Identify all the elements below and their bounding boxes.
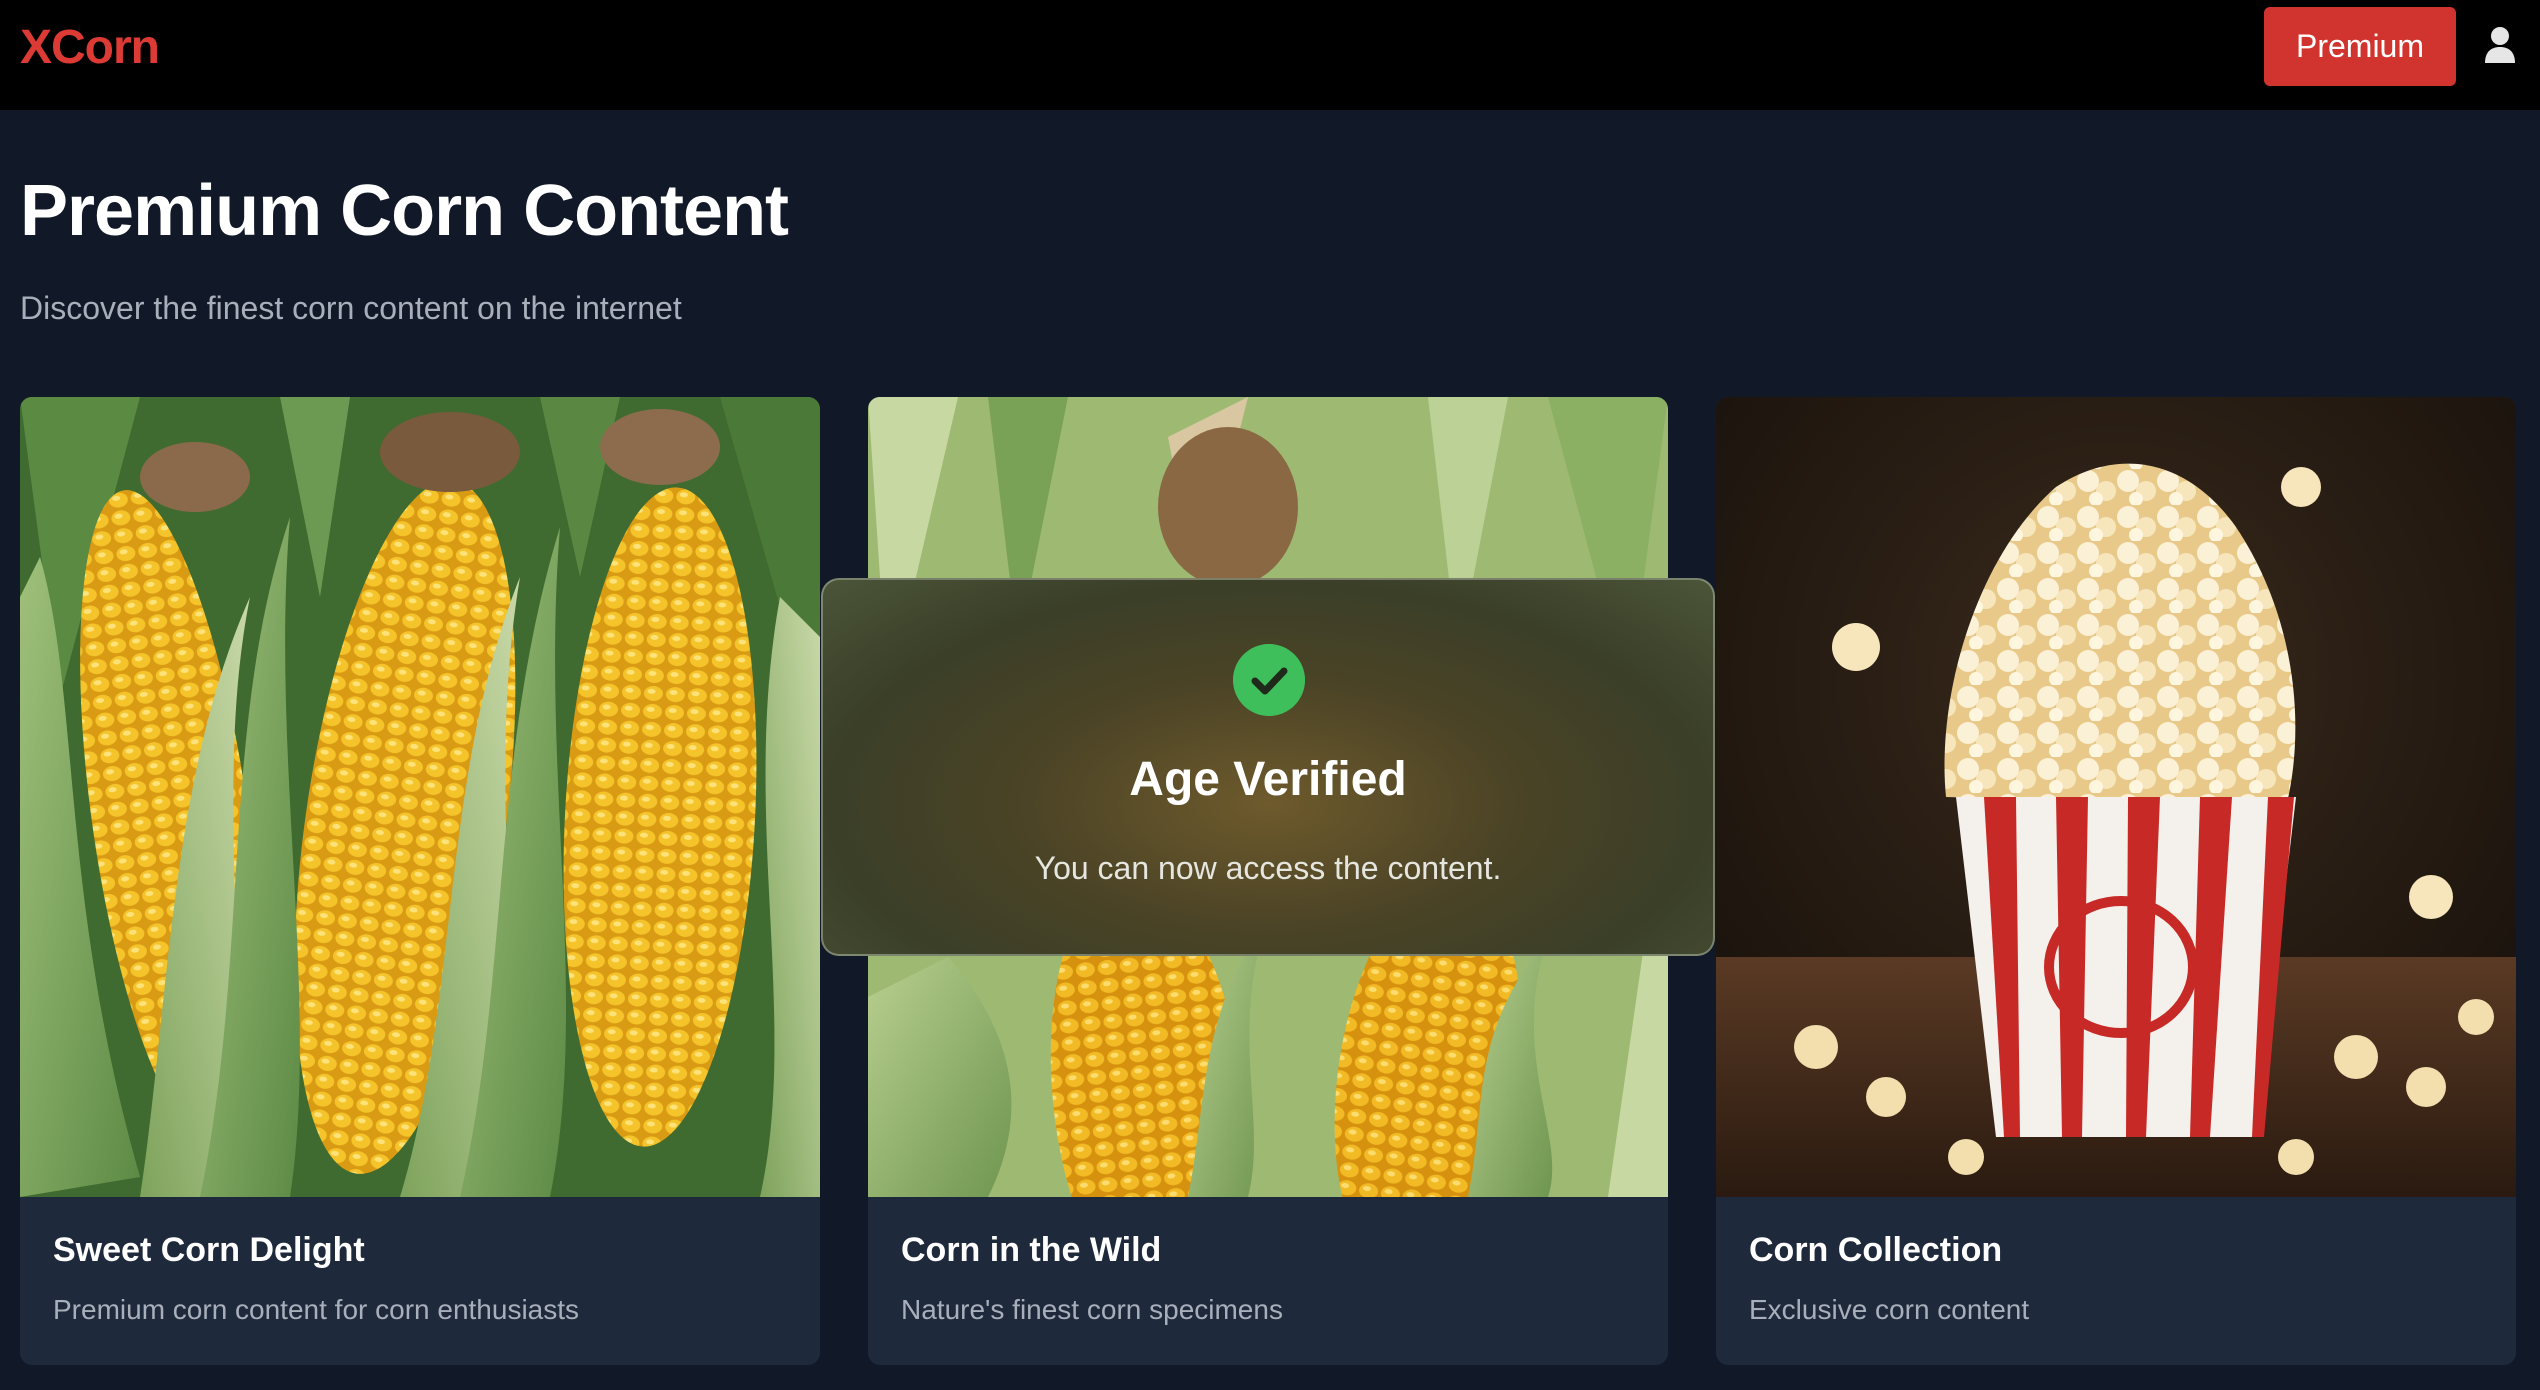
user-icon[interactable] (2484, 26, 2516, 64)
content-card-sweet-corn[interactable]: Sweet Corn Delight Premium corn content … (20, 397, 820, 1365)
popcorn-bucket-image (1716, 397, 2516, 1197)
toast-message: You can now access the content. (1034, 850, 1502, 886)
card-title: Sweet Corn Delight (53, 1231, 365, 1269)
check-circle-icon (1233, 644, 1305, 716)
page-title: Premium Corn Content (20, 171, 789, 251)
corn-cobs-image (20, 397, 820, 1197)
age-verified-toast: Age Verified You can now access the cont… (821, 578, 1715, 956)
top-navbar: XCorn Premium (0, 0, 2540, 110)
premium-button[interactable]: Premium (2264, 7, 2456, 86)
xcorn-logo[interactable]: XCorn (20, 20, 160, 75)
card-title: Corn in the Wild (901, 1231, 1162, 1269)
card-description: Exclusive corn content (1749, 1294, 2030, 1325)
toast-title: Age Verified (1129, 753, 1407, 806)
page-subtitle: Discover the finest corn content on the … (20, 290, 682, 326)
content-card-corn-collection[interactable]: Corn Collection Exclusive corn content (1716, 397, 2516, 1365)
card-title: Corn Collection (1749, 1231, 2003, 1269)
card-description: Premium corn content for corn enthusiast… (53, 1294, 580, 1325)
card-description: Nature's finest corn specimens (901, 1294, 1283, 1325)
